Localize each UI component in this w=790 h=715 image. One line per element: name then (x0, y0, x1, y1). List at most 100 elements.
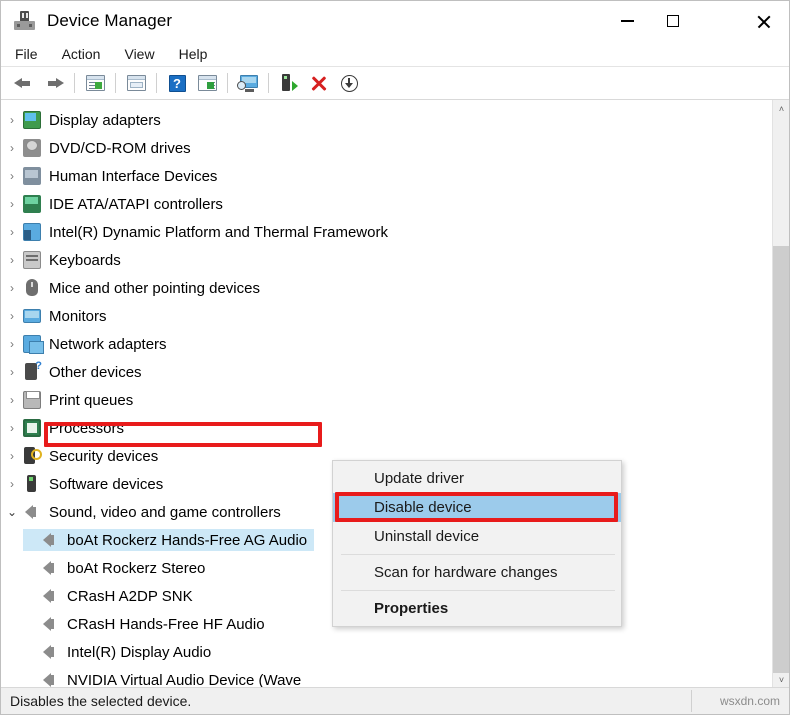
tree-item[interactable]: › Print queues (1, 386, 772, 414)
chevron-right-icon[interactable]: › (1, 253, 23, 267)
menu-item-action[interactable]: Action (52, 43, 111, 65)
tree-item-content: Mice and other pointing devices (23, 277, 267, 299)
chevron-right-icon[interactable]: › (1, 421, 23, 435)
tree-item-label: Monitors (49, 307, 107, 325)
tree-item-content: CRasH A2DP SNK (23, 585, 200, 607)
uninstall-device-button[interactable] (304, 69, 334, 97)
chevron-right-icon[interactable]: › (1, 169, 23, 183)
scroll-up-button[interactable]: ˄ (773, 100, 789, 117)
sound-device-icon (41, 671, 59, 688)
show-hidden-button[interactable] (121, 69, 151, 97)
tree-item-content: Sound, video and game controllers (23, 501, 288, 523)
chevron-right-icon[interactable]: › (1, 365, 23, 379)
context-menu-separator (341, 590, 615, 591)
tree-item-label: boAt Rockerz Hands-Free AG Audio (67, 531, 308, 549)
tree-item-label: Display adapters (49, 111, 161, 129)
close-button[interactable] (739, 1, 787, 41)
tree-item-content: Network adapters (23, 333, 174, 355)
help-button[interactable]: ? (162, 69, 192, 97)
update-driver-button[interactable] (274, 69, 304, 97)
tree-item[interactable]: › Human Interface Devices (1, 162, 772, 190)
tree-item-content: Print queues (23, 389, 140, 411)
tree-item-label: Other devices (49, 363, 142, 381)
chevron-right-icon[interactable]: › (1, 141, 23, 155)
help-question-icon: ? (168, 74, 186, 92)
details-button[interactable] (192, 69, 222, 97)
toolbar-separator (227, 73, 228, 93)
chevron-right-icon[interactable]: › (1, 337, 23, 351)
red-x-icon (311, 75, 327, 91)
tree-item[interactable]: › Display adapters (1, 106, 772, 134)
maximize-button[interactable] (650, 1, 696, 41)
processor-icon (23, 419, 41, 437)
tree-item-content: Other devices (23, 360, 149, 383)
forward-button[interactable] (39, 69, 69, 97)
toolbar-separator (156, 73, 157, 93)
tree-item[interactable]: › Intel(R) Dynamic Platform and Thermal F… (1, 218, 772, 246)
tree-item[interactable]: › DVD/CD-ROM drives (1, 134, 772, 162)
tree-item-content: Display adapters (23, 109, 168, 131)
context-menu-item[interactable]: Uninstall device (333, 522, 621, 551)
chevron-down-icon[interactable]: ⌄ (1, 505, 23, 519)
chevron-right-icon[interactable]: › (1, 449, 23, 463)
tree-item[interactable]: › Other devices (1, 358, 772, 386)
tree-item-content: boAt Rockerz Stereo (23, 557, 212, 579)
other-device-icon (23, 360, 42, 381)
mouse-icon (23, 279, 41, 297)
tree-item-content: Intel(R) Display Audio (23, 641, 218, 663)
context-menu-item[interactable]: Update driver (333, 464, 621, 493)
scrollbar-thumb[interactable] (773, 246, 789, 673)
security-device-icon (23, 447, 42, 465)
context-menu-item[interactable]: Disable device (333, 493, 621, 522)
tree-item-content: Keyboards (23, 249, 128, 271)
chevron-right-icon[interactable]: › (1, 393, 23, 407)
tree-item[interactable]: › Network adapters (1, 330, 772, 358)
tree-item-label: IDE ATA/ATAPI controllers (49, 195, 223, 213)
chevron-right-icon[interactable]: › (1, 477, 23, 491)
chevron-right-icon[interactable]: › (1, 113, 23, 127)
sound-controller-icon (23, 503, 41, 521)
tree-item-label: Human Interface Devices (49, 167, 218, 185)
tree-item-label: CRasH Hands-Free HF Audio (67, 615, 265, 633)
tree-item[interactable]: › Processors (1, 414, 772, 442)
title-bar: Device Manager (1, 1, 789, 41)
tree-item[interactable]: Intel(R) Display Audio (1, 638, 772, 666)
tree-item[interactable]: › Monitors (1, 302, 772, 330)
context-menu-item[interactable]: Properties (333, 594, 621, 623)
scan-hardware-button[interactable] (233, 69, 263, 97)
tree-item-label: Processors (49, 419, 125, 437)
monitor-scan-icon (237, 74, 259, 92)
chevron-right-icon[interactable]: › (1, 309, 23, 323)
minimize-button[interactable] (604, 1, 650, 41)
tree-item-content: Human Interface Devices (23, 165, 224, 187)
menu-item-help[interactable]: Help (169, 43, 218, 65)
properties-window-icon (85, 75, 105, 91)
back-button[interactable] (9, 69, 39, 97)
context-menu-separator (341, 554, 615, 555)
tree-item[interactable]: › IDE ATA/ATAPI controllers (1, 190, 772, 218)
tree-item-label: Mice and other pointing devices (49, 279, 260, 297)
chevron-right-icon[interactable]: › (1, 225, 23, 239)
context-menu[interactable]: Update driver Disable device Uninstall dev… (332, 460, 622, 627)
arrow-left-icon (14, 75, 34, 91)
menu-item-view[interactable]: View (114, 43, 164, 65)
tree-item-label: Intel(R) Dynamic Platform and Thermal Fr… (49, 223, 388, 241)
scroll-down-button[interactable]: ˅ (773, 671, 789, 688)
tree-item[interactable]: NVIDIA Virtual Audio Device (Wave (1, 666, 772, 688)
chevron-right-icon[interactable]: › (1, 197, 23, 211)
tree-item-content: NVIDIA Virtual Audio Device (Wave (23, 669, 308, 688)
menu-item-file[interactable]: File (5, 43, 48, 65)
disable-device-button[interactable] (334, 69, 364, 97)
tree-item-content: CRasH Hands-Free HF Audio (23, 613, 272, 635)
device-manager-window: Device Manager File Action View Help ? ›… (0, 0, 790, 715)
tree-item[interactable]: › Mice and other pointing devices (1, 274, 772, 302)
tree-item-label: boAt Rockerz Stereo (67, 559, 206, 577)
minimize-icon (620, 20, 634, 22)
chevron-right-icon[interactable]: › (1, 281, 23, 295)
properties-button[interactable] (80, 69, 110, 97)
tree-item[interactable]: › Keyboards (1, 246, 772, 274)
network-adapter-icon (23, 335, 44, 354)
intel-platform-icon (23, 223, 41, 241)
context-menu-item[interactable]: Scan for hardware changes (333, 558, 621, 587)
vertical-scrollbar[interactable]: ˄ ˅ (772, 100, 789, 688)
